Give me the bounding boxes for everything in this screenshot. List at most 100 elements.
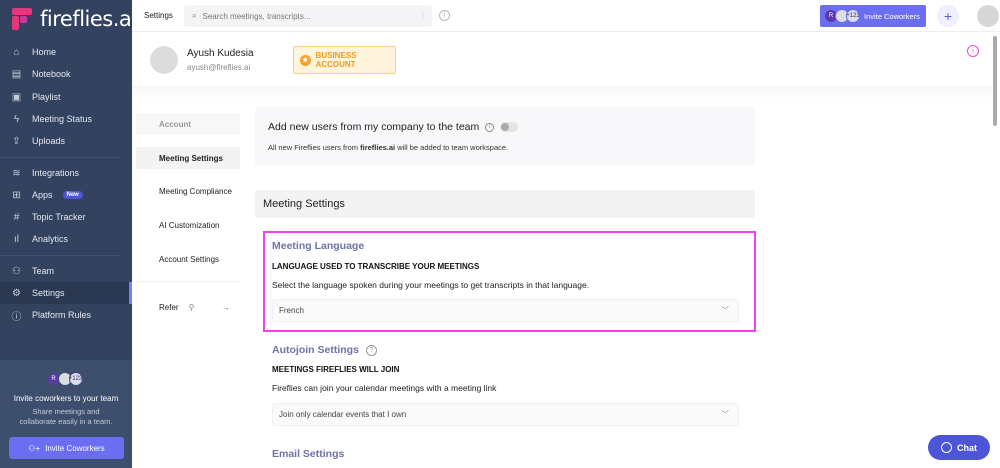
badge-label: BUSINESS ACCOUNT — [315, 51, 357, 69]
bar-chart-icon: ıl — [14, 233, 19, 245]
sidebar: fireflies.ai ⌂ Home ▤ Notebook ▣ Playlist ϟ Mee… — [0, 0, 137, 468]
team-auto-add-card: Add new users from my company to the tea… — [255, 107, 755, 166]
sidebar-item-label: Team — [32, 266, 55, 276]
sidebar-item-label: Apps — [32, 190, 53, 200]
apps-grid-icon: ⊞ — [12, 189, 21, 201]
sidebar-item-label: Home — [32, 47, 57, 57]
info-icon[interactable]: i — [485, 122, 495, 132]
sidebar-item-notebook[interactable]: ▤ Notebook — [0, 63, 132, 85]
autojoin-select[interactable]: Join only calendar events that I own ﹀ — [272, 403, 739, 426]
sidebar-item-platform-rules[interactable]: ⓘ Platform Rules — [0, 304, 132, 326]
chat-label: Chat — [957, 442, 977, 453]
select-value: Join only calendar events that I own — [279, 410, 407, 419]
search-input[interactable]: ⌕ Search meetings, transcripts... ⫶ — [184, 5, 432, 27]
refer-label: Refer — [159, 302, 179, 312]
sidebar-item-label: Uploads — [32, 136, 66, 146]
info-icon[interactable]: i — [967, 45, 979, 57]
layers-icon: ≋ — [12, 167, 21, 179]
profile-email: ayush@fireflies.ai — [187, 63, 251, 72]
sidebar-item-meeting-status[interactable]: ϟ Meeting Status — [0, 108, 132, 130]
filter-icon[interactable]: ⫶ — [422, 11, 424, 21]
autojoin-title: Autojoin Settings? — [272, 344, 377, 356]
new-badge: New — [62, 191, 83, 199]
button-label: Invite Coworkers — [864, 11, 920, 21]
lightning-icon: ϟ — [13, 113, 20, 125]
sidebar-item-label: Platform Rules — [32, 310, 92, 320]
invite-panel: R +123 Invite coworkers to your team Sha… — [0, 360, 132, 468]
search-icon: ⌕ — [192, 11, 197, 20]
sidebar-item-label: Topic Tracker — [32, 212, 86, 222]
user-icon: ⚲ — [188, 302, 195, 312]
invite-subtitle: Share meetings and collaborate easily in… — [19, 407, 113, 426]
subnav-header-account: Account — [136, 113, 240, 135]
subnav-meeting-compliance[interactable]: Meeting Compliance — [136, 180, 240, 202]
sidebar-item-apps[interactable]: ⊞ Apps New — [0, 184, 132, 206]
chevron-down-icon: ﹀ — [721, 410, 729, 419]
sidebar-item-settings[interactable]: ⚙ Settings — [0, 282, 132, 304]
chevron-down-icon: ﹀ — [721, 306, 729, 315]
language-select[interactable]: French ﹀ — [272, 299, 739, 322]
page-title: Settings — [144, 11, 173, 20]
topbar: Settings ⌕ Search meetings, transcripts.… — [132, 0, 1000, 32]
card-desc: All new Fireflies users from fireflies.a… — [268, 143, 509, 152]
info-icon: ⓘ — [11, 311, 22, 323]
meeting-language-caption: LANGUAGE USED TO TRANSCRIBE YOUR MEETING… — [272, 262, 480, 271]
plus-button[interactable]: + — [937, 5, 959, 27]
logo[interactable]: fireflies.ai — [12, 7, 137, 31]
sidebar-item-home[interactable]: ⌂ Home — [0, 41, 132, 63]
subnav-ai-customization[interactable]: AI Customization — [136, 214, 240, 236]
team-icon: ⚇ — [12, 265, 21, 277]
divider — [136, 281, 240, 282]
sidebar-item-topic-tracker[interactable]: # Topic Tracker — [0, 206, 132, 228]
sidebar-item-label: Playlist — [32, 92, 61, 102]
help-icon[interactable]: ? — [365, 344, 377, 356]
fireflies-logo-icon — [12, 8, 32, 30]
profile-name: Ayush Kudesia — [187, 48, 254, 59]
gear-icon: ⚙ — [12, 287, 21, 299]
chat-button[interactable]: Chat — [928, 435, 990, 460]
scrollbar[interactable] — [993, 36, 997, 126]
sidebar-item-label: Settings — [32, 288, 65, 298]
card-title: Add new users from my company to the tea… — [268, 121, 480, 133]
sidebar-item-label: Analytics — [32, 234, 69, 244]
notebook-icon: ▤ — [11, 68, 22, 80]
chat-bubble-icon — [941, 442, 952, 453]
email-settings-title: Email Settings — [272, 448, 345, 460]
invite-coworkers-button[interactable]: ⚇+ Invite Coworkers — [9, 437, 124, 459]
profile-avatar — [150, 46, 178, 74]
playlist-icon: ▣ — [11, 91, 22, 103]
meeting-language-desc: Select the language spoken during your m… — [272, 280, 590, 290]
autojoin-desc: Fireflies can join your calendar meeting… — [272, 383, 497, 393]
arrow-right-icon: → — [222, 302, 230, 312]
more-count: +123 — [68, 372, 83, 386]
divider — [0, 255, 120, 256]
subnav-account-settings[interactable]: Account Settings — [136, 248, 240, 270]
business-account-badge: ★ BUSINESS ACCOUNT — [293, 46, 396, 74]
sidebar-item-integrations[interactable]: ≋ Integrations — [0, 162, 132, 184]
info-icon[interactable]: i — [439, 10, 450, 21]
sidebar-item-label: Meeting Status — [32, 114, 93, 124]
invite-coworkers-top-button[interactable]: R +123 Invite Coworkers — [820, 5, 926, 27]
search-placeholder: Search meetings, transcripts... — [202, 11, 311, 21]
add-user-icon: ⚇+ — [28, 443, 41, 453]
section-header: Meeting Settings — [255, 190, 755, 218]
user-avatar[interactable] — [977, 5, 999, 27]
hashtag-icon: # — [13, 211, 20, 223]
divider — [132, 86, 992, 100]
sidebar-item-team[interactable]: ⚇ Team — [0, 260, 132, 282]
more-count: +123 — [846, 9, 860, 23]
upload-icon: ⇪ — [12, 135, 21, 147]
subnav-meeting-settings[interactable]: Meeting Settings — [136, 147, 240, 169]
sidebar-item-playlist[interactable]: ▣ Playlist — [0, 86, 132, 108]
select-value: French — [279, 306, 304, 315]
star-icon: ★ — [300, 54, 311, 66]
auto-add-toggle[interactable] — [500, 122, 519, 132]
sidebar-item-analytics[interactable]: ıl Analytics — [0, 228, 132, 250]
sidebar-item-label: Notebook — [32, 69, 71, 79]
divider — [0, 157, 120, 158]
subnav-refer[interactable]: Refer ⚲ → — [136, 296, 240, 318]
invite-title: Invite coworkers to your team — [13, 394, 119, 403]
sidebar-item-uploads[interactable]: ⇪ Uploads — [0, 130, 132, 152]
home-icon: ⌂ — [13, 46, 20, 58]
meeting-language-title: Meeting Language — [272, 240, 365, 252]
